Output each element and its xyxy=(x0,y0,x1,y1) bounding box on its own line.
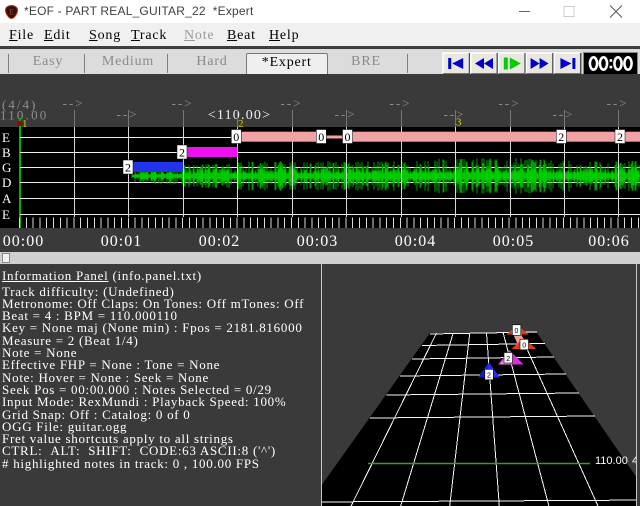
svg-text:2: 2 xyxy=(125,161,131,175)
svg-text:0: 0 xyxy=(522,343,526,350)
svg-text:-->: --> xyxy=(335,107,357,122)
svg-text:2: 2 xyxy=(487,373,491,380)
svg-text:G: G xyxy=(2,160,11,175)
svg-text:-->: --> xyxy=(553,107,575,122)
svg-text:E: E xyxy=(9,8,14,17)
svg-text:2: 2 xyxy=(506,356,510,363)
svg-text:D: D xyxy=(2,175,11,190)
svg-text:-->: --> xyxy=(607,96,629,111)
svg-text:0: 0 xyxy=(318,130,324,144)
svg-text:00:06: 00:06 xyxy=(588,233,629,250)
svg-text:2: 2 xyxy=(558,130,564,144)
svg-text:E: E xyxy=(2,207,10,222)
svg-text:B: B xyxy=(2,145,11,160)
svg-text:00:03: 00:03 xyxy=(297,233,338,250)
svg-text:-->: --> xyxy=(281,96,303,111)
svg-text:2: 2 xyxy=(617,130,623,144)
svg-text:3: 3 xyxy=(456,117,462,129)
svg-text:0: 0 xyxy=(515,328,519,335)
svg-text:-->: --> xyxy=(499,96,521,111)
svg-text:00:02: 00:02 xyxy=(199,233,240,250)
svg-text:2: 2 xyxy=(238,118,244,130)
svg-text:-->: --> xyxy=(63,96,85,111)
svg-text:-->: --> xyxy=(444,107,466,122)
svg-text:-->: --> xyxy=(390,96,412,111)
svg-text:-->: --> xyxy=(172,96,194,111)
svg-text:00:04: 00:04 xyxy=(395,233,436,250)
svg-text:00:05: 00:05 xyxy=(493,233,534,250)
svg-text:00:00: 00:00 xyxy=(3,233,44,250)
svg-text:1: 1 xyxy=(22,118,28,130)
svg-text:E: E xyxy=(2,130,10,145)
svg-text:110.00: 110.00 xyxy=(595,455,628,467)
svg-text:00:01: 00:01 xyxy=(101,233,142,250)
svg-text:0: 0 xyxy=(345,130,351,144)
svg-text:A: A xyxy=(2,191,12,206)
svg-text:0: 0 xyxy=(233,130,239,144)
svg-text:-->: --> xyxy=(117,107,139,122)
svg-text:2: 2 xyxy=(179,146,185,160)
